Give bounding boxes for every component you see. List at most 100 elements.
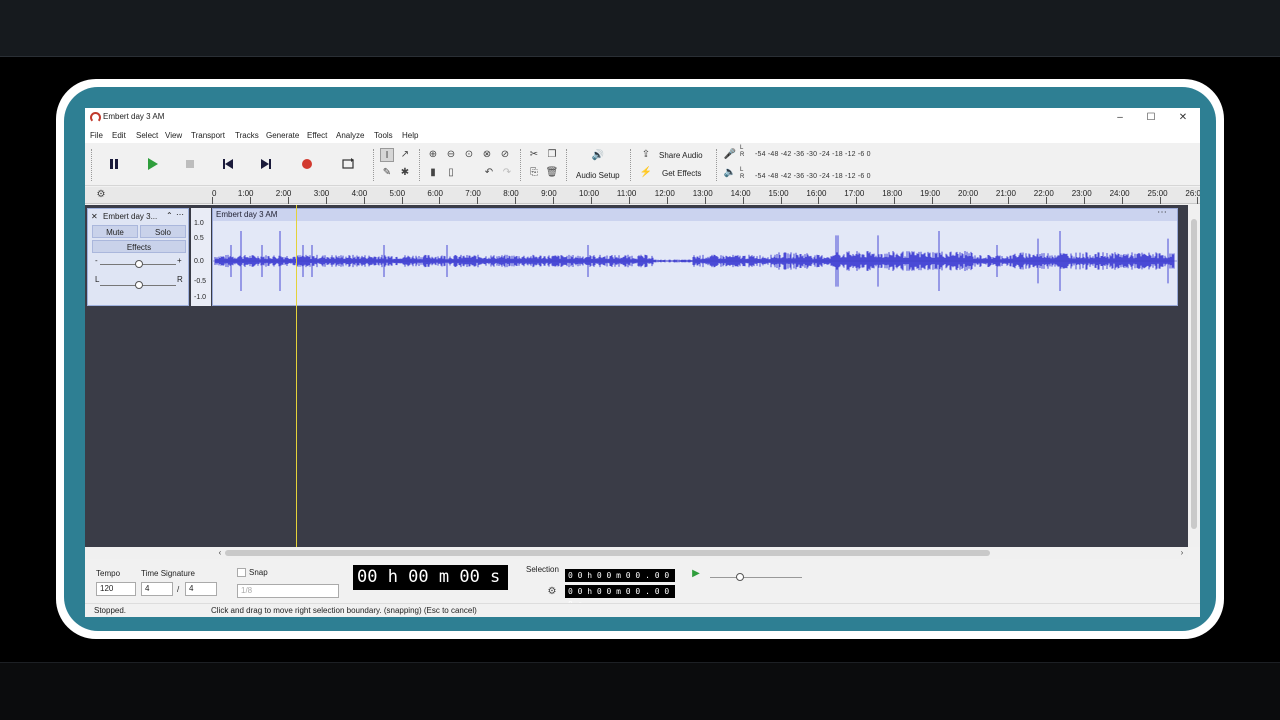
menu-tools[interactable]: Tools xyxy=(374,131,393,140)
playback-meter-scale[interactable]: -54 -48 -42 -36 -30 -24 -18 -12 -6 0 xyxy=(755,173,871,180)
solo-button[interactable]: Solo xyxy=(140,225,186,238)
audio-setup-grip[interactable] xyxy=(566,149,569,181)
menu-tracks[interactable]: Tracks xyxy=(235,131,259,140)
speed-slider[interactable] xyxy=(736,573,744,581)
copy-icon[interactable]: ❐ xyxy=(545,148,559,162)
minimize-icon[interactable]: – xyxy=(1113,111,1127,125)
menu-edit[interactable]: Edit xyxy=(112,131,126,140)
ruler-tick-label: 1:00 xyxy=(237,189,254,198)
timeline-settings-icon[interactable]: ⚙ xyxy=(94,188,108,202)
timeline-ruler[interactable]: ⚙ 0 1:00 2:00 3:00 4:00 5:00 6:00 7:00 8:00 9:00 1… xyxy=(85,187,1200,204)
time-display[interactable]: 00 h 00 m 00 s xyxy=(353,565,508,590)
snap-dropdown[interactable]: 1/8 xyxy=(237,584,339,598)
track-menu-icon[interactable]: ⋯ xyxy=(176,210,184,219)
menu-effect[interactable]: Effect xyxy=(307,131,327,140)
track-collapse-icon[interactable]: ⌃ xyxy=(166,211,173,220)
edit-grip[interactable] xyxy=(419,149,422,181)
vertical-scrollbar[interactable] xyxy=(1188,205,1200,547)
horizontal-scrollbar[interactable]: ‹ › xyxy=(85,547,1188,559)
silence-icon[interactable]: ▯ xyxy=(444,166,458,180)
zoom-in-icon[interactable]: ⊕ xyxy=(426,148,440,162)
microphone-icon[interactable]: 🎤 xyxy=(723,148,737,162)
fit-project-icon[interactable]: ⊗ xyxy=(480,148,494,162)
mute-button[interactable]: Mute xyxy=(92,225,138,238)
effects-button[interactable]: Effects xyxy=(92,240,186,253)
tempo-input[interactable]: 120 xyxy=(96,582,136,596)
horizontal-scroll-thumb[interactable] xyxy=(225,550,990,556)
scroll-right-icon[interactable]: › xyxy=(1175,546,1189,560)
menu-analyze[interactable]: Analyze xyxy=(336,131,364,140)
pan-slider[interactable] xyxy=(135,281,143,289)
clip-menu-icon[interactable]: ⋯ xyxy=(1157,207,1167,218)
ruler-tick-mark xyxy=(591,197,592,204)
pause-button[interactable] xyxy=(101,151,127,177)
ruler-tick-mark xyxy=(1007,197,1009,204)
selection-tool-icon[interactable]: I xyxy=(380,148,394,162)
selection-settings-icon[interactable]: ⚙ xyxy=(545,585,559,599)
delete-icon[interactable]: 🗑 xyxy=(545,166,559,180)
playback-speaker-icon[interactable]: 🔈 xyxy=(723,166,737,180)
zoom-toggle-icon[interactable]: ⊘ xyxy=(498,148,512,162)
play-button[interactable] xyxy=(139,151,165,177)
record-meter-scale[interactable]: -54 -48 -42 -36 -30 -24 -18 -12 -6 0 xyxy=(755,151,871,158)
audio-setup-label[interactable]: Audio Setup xyxy=(576,171,620,180)
selection-end[interactable]: 0 0 h 0 0 m 0 0 . 0 0 0 s xyxy=(565,585,675,609)
window-title: Embert day 3 AM xyxy=(103,112,165,121)
envelope-tool-icon[interactable]: ↗ xyxy=(398,148,412,162)
cut-icon[interactable]: ✂ xyxy=(527,148,541,162)
audio-clip[interactable]: Embert day 3 AM ⋯ xyxy=(212,207,1178,306)
ruler-tick-label: 9:00 xyxy=(541,189,557,198)
close-icon[interactable]: ✕ xyxy=(1176,111,1190,125)
share-icon[interactable]: ⇪ xyxy=(639,148,653,162)
record-icon xyxy=(302,159,312,169)
draw-tool-icon[interactable]: ✎ xyxy=(380,166,394,180)
record-button[interactable] xyxy=(294,151,320,177)
tools-grip[interactable] xyxy=(373,149,376,181)
share-grip[interactable] xyxy=(630,149,633,181)
time-signature-denominator[interactable]: 4 xyxy=(185,582,217,596)
tracks-area[interactable]: ✕ Embert day 3... ⌃ ⋯ Mute Solo Effects … xyxy=(85,205,1188,547)
share-audio-label[interactable]: Share Audio xyxy=(659,151,703,160)
paste-icon[interactable]: ⎘ xyxy=(527,166,541,180)
ruler-tick-label: 8:00 xyxy=(503,189,519,198)
clipboard-grip[interactable] xyxy=(520,149,523,181)
fit-selection-icon[interactable]: ⊙ xyxy=(462,148,476,162)
amplitude-scale[interactable]: 1.0 0.5 0.0 -0.5 -1.0 xyxy=(191,208,211,306)
menu-transport[interactable]: Transport xyxy=(191,131,225,140)
stop-button[interactable] xyxy=(177,151,203,177)
skip-end-button[interactable] xyxy=(253,151,279,177)
time-signature-numerator[interactable]: 4 xyxy=(141,582,173,596)
menu-generate[interactable]: Generate xyxy=(266,131,299,140)
maximize-icon[interactable]: ☐ xyxy=(1144,111,1158,125)
zoom-out-icon[interactable]: ⊖ xyxy=(444,148,458,162)
play-at-speed-icon[interactable]: ▶ xyxy=(689,567,703,581)
gain-slider[interactable] xyxy=(135,260,143,268)
menu-file[interactable]: File xyxy=(90,131,103,140)
undo-icon[interactable]: ↶ xyxy=(482,166,496,180)
clip-header[interactable]: Embert day 3 AM ⋯ xyxy=(213,207,1177,221)
toolbar-grip[interactable] xyxy=(91,149,94,181)
snap-label[interactable]: Snap xyxy=(249,568,268,577)
clip-title[interactable]: Embert day 3 AM xyxy=(216,210,277,219)
ruler-tick-mark xyxy=(439,197,441,204)
snap-checkbox[interactable] xyxy=(237,568,246,577)
track-name[interactable]: Embert day 3... xyxy=(103,212,157,221)
selection-start[interactable]: 0 0 h 0 0 m 0 0 . 0 0 0 s xyxy=(565,569,675,593)
multi-tool-icon[interactable]: ✱ xyxy=(398,166,412,180)
menu-help[interactable]: Help xyxy=(402,131,418,140)
trim-icon[interactable]: ▮ xyxy=(426,166,440,180)
skip-start-button[interactable] xyxy=(215,151,241,177)
pan-left-label: L xyxy=(95,275,100,284)
get-effects-label[interactable]: Get Effects xyxy=(662,169,701,178)
vertical-scroll-thumb[interactable] xyxy=(1191,219,1197,529)
menu-select[interactable]: Select xyxy=(136,131,158,140)
time-signature-slash: / xyxy=(177,585,180,594)
track-close-icon[interactable]: ✕ xyxy=(91,212,98,221)
redo-icon[interactable]: ↷ xyxy=(500,166,514,180)
plug-icon[interactable]: ⚡ xyxy=(639,166,653,180)
loop-button[interactable] xyxy=(335,151,361,177)
track-control-panel[interactable]: ✕ Embert day 3... ⌃ ⋯ Mute Solo Effects … xyxy=(87,208,189,306)
menu-view[interactable]: View xyxy=(165,131,182,140)
speaker-icon[interactable]: 🔊 xyxy=(588,149,608,163)
meter-grip[interactable] xyxy=(716,149,719,181)
